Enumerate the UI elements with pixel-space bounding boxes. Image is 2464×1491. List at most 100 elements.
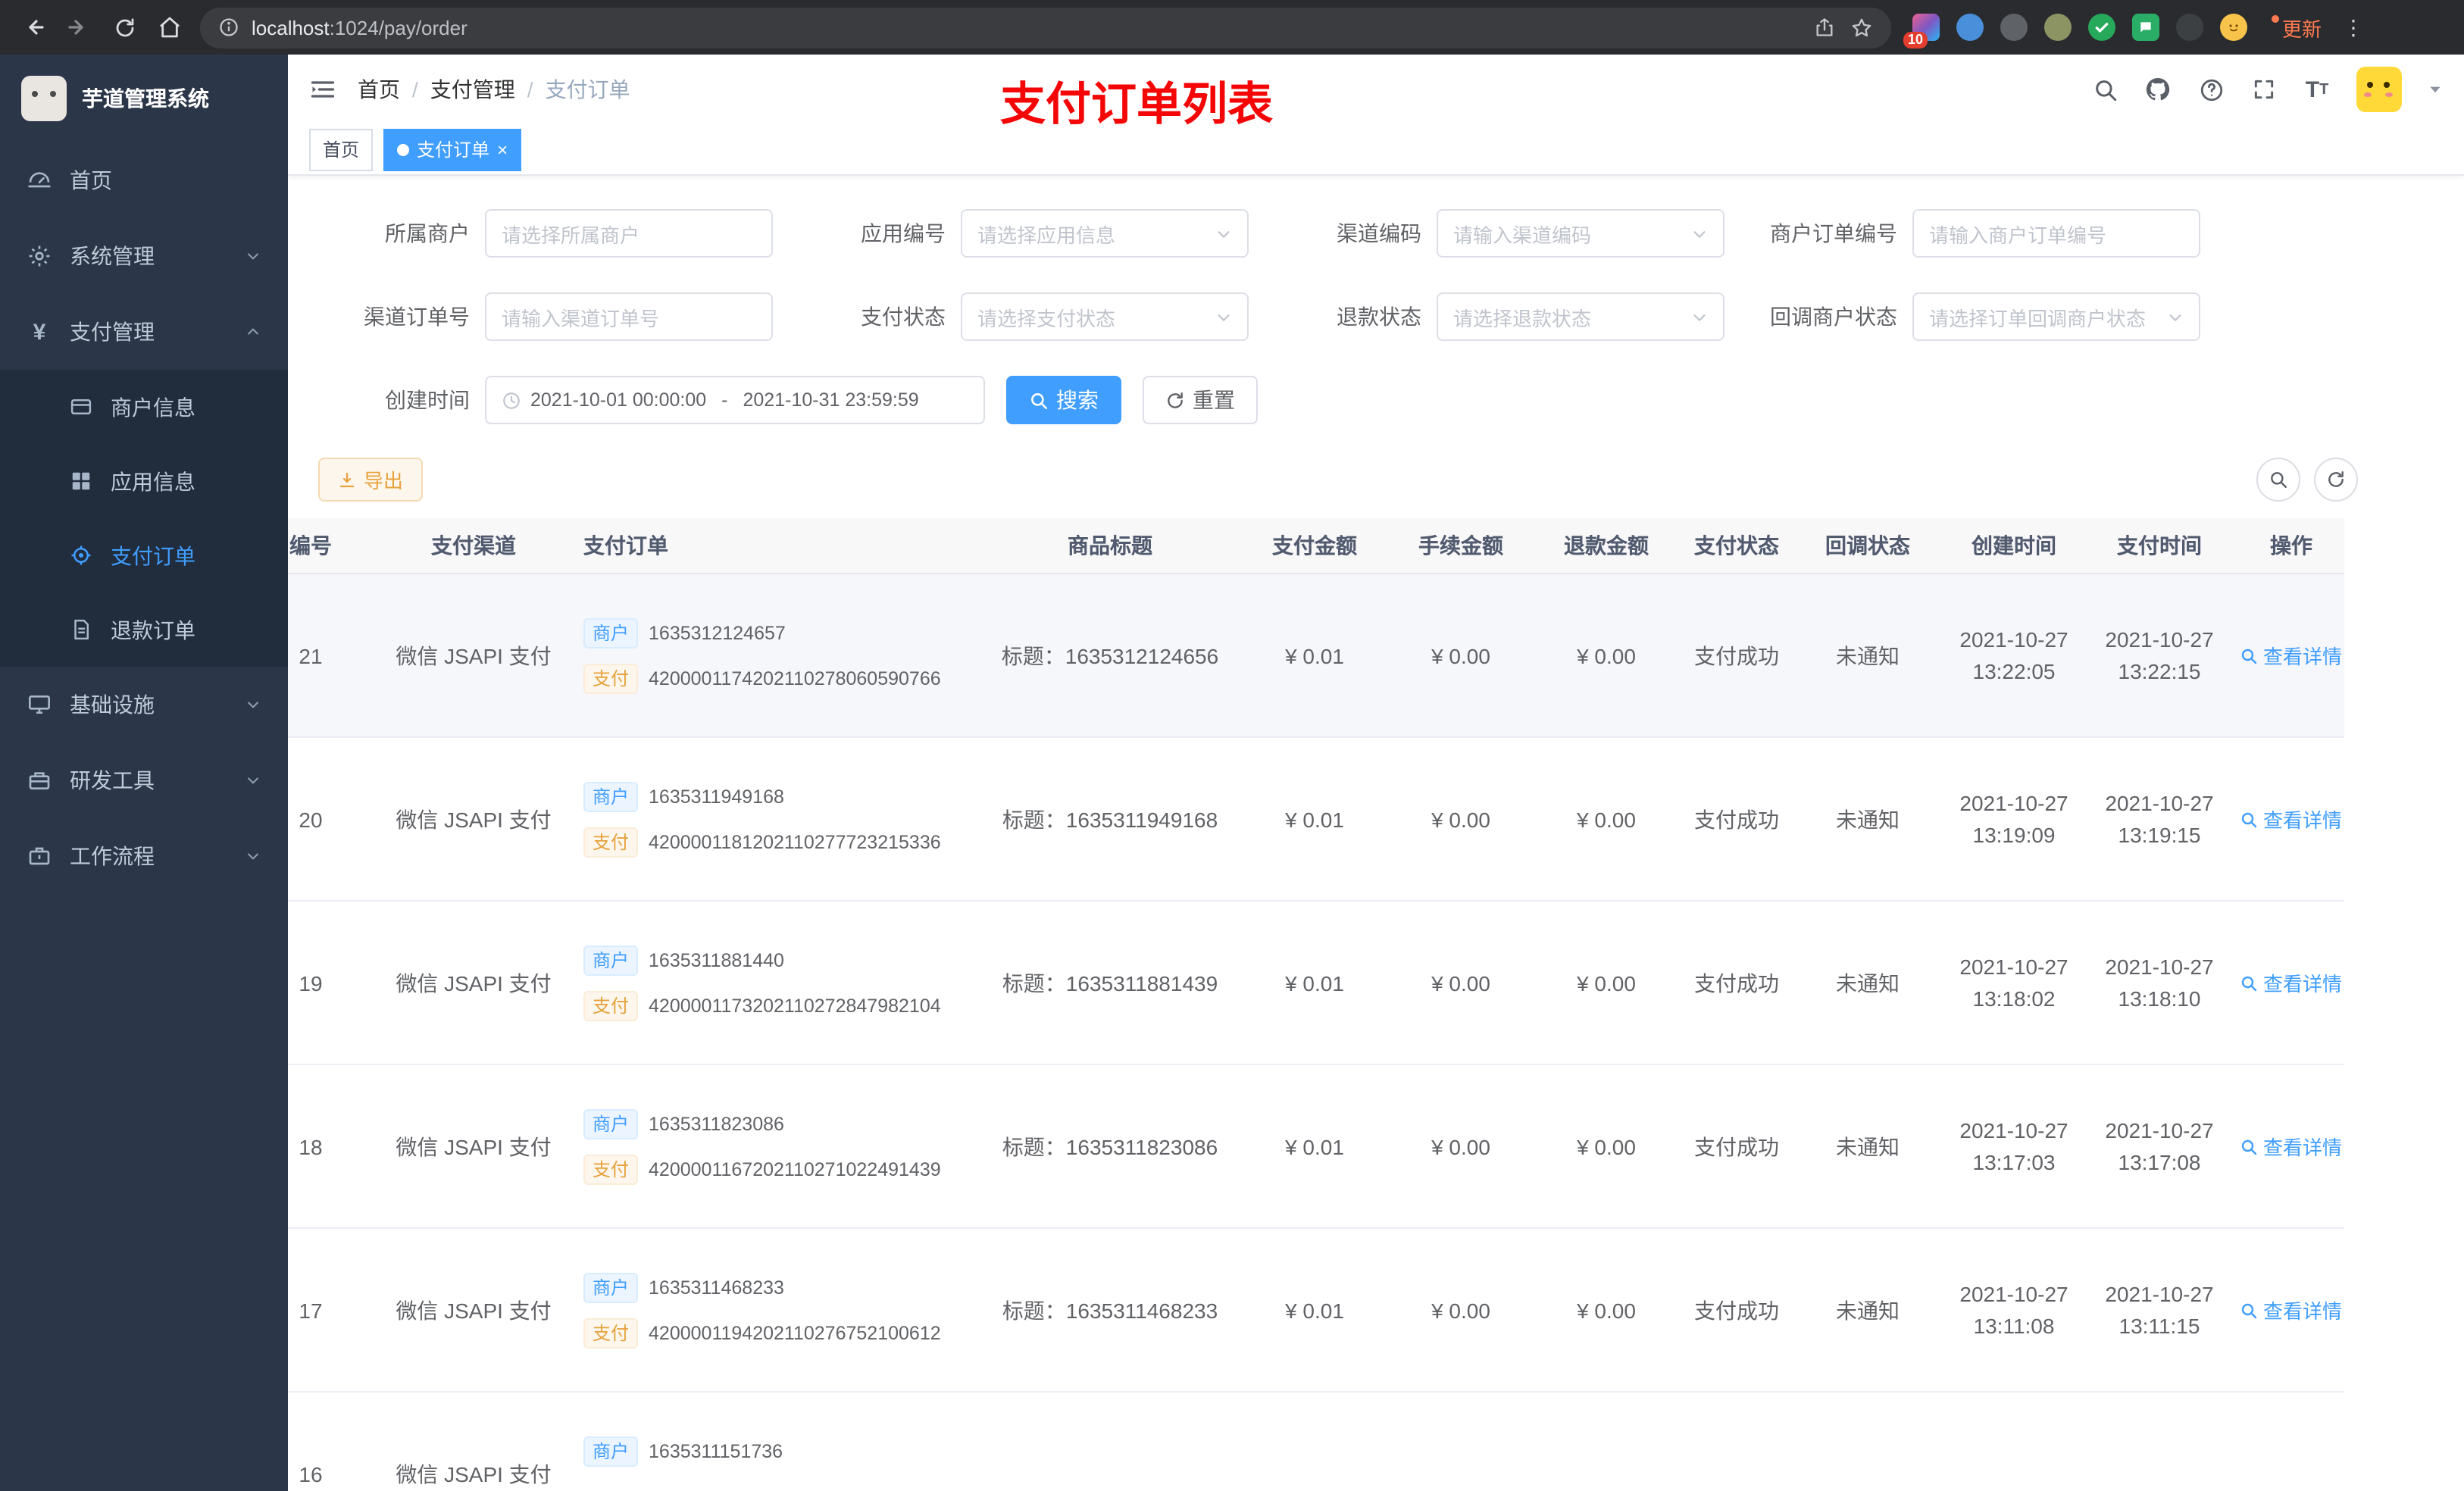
sidebar-fold-icon[interactable] (309, 76, 336, 103)
browser-menu-icon[interactable]: ⋮ (2334, 14, 2373, 40)
cell-title: 标题：1635311881439 (1002, 971, 1218, 995)
field-label: 回调商户状态 (1770, 305, 1897, 329)
sidebar-item-workflow[interactable]: 工作流程 (0, 818, 288, 894)
user-caret-down-icon[interactable] (2428, 82, 2443, 97)
cell-actions: 查看详情 (2238, 1132, 2344, 1161)
toggle-search-icon[interactable] (2256, 458, 2300, 502)
view-detail-link[interactable]: 查看详情 (2240, 805, 2342, 833)
reset-button[interactable]: 重置 (1143, 376, 1258, 424)
extension-blue-pin-icon[interactable] (1956, 14, 1984, 41)
briefcase-icon (27, 844, 52, 868)
view-detail-link[interactable]: 查看详情 (2240, 641, 2342, 670)
cell-pay-order: 商户 1635312124657 支付 42000011742021102780… (583, 617, 985, 693)
url-text: localhost:1024/pay/order (252, 16, 467, 39)
cell-notify: 未通知 (1836, 1298, 1900, 1322)
refund-status-select[interactable]: 请选择退款状态 (1437, 292, 1724, 341)
cell-create-time: 2021-10-27 13:11:08 (1947, 1278, 2081, 1342)
extension-chat-icon[interactable] (2132, 14, 2159, 41)
cell-refund: ¥ 0.00 (1577, 643, 1636, 667)
field-label: 应用编号 (861, 221, 946, 245)
tab-pay-order[interactable]: 支付订单 × (383, 128, 522, 170)
breadcrumb-home[interactable]: 首页 (358, 74, 400, 105)
cell-pay-time: 2021-10-27 13:11:15 (2081, 1278, 2238, 1342)
table-body: 21 微信 JSAPI 支付 商户 1635312124657 支付 42000… (288, 574, 2344, 1491)
pay-order-no: 4200001167202110271022491439 (649, 1158, 941, 1180)
browser-update-button[interactable]: 更新 (2262, 13, 2331, 42)
col-pay-time: 支付时间 (2117, 533, 2202, 558)
sidebar-item-infra[interactable]: 基础设施 (0, 667, 288, 742)
sidebar-item-merchant-info[interactable]: 商户信息 (0, 370, 288, 444)
cell-status: 支付成功 (1694, 1134, 1779, 1158)
pay-order-no: 4200001194202110276752100612 (649, 1322, 941, 1343)
user-avatar[interactable] (2356, 67, 2402, 112)
extension-colorful-icon[interactable]: 10 (1903, 14, 1940, 48)
close-icon[interactable]: × (497, 140, 508, 158)
placeholder-text: 请输入渠道订单号 (502, 307, 660, 330)
fullscreen-icon[interactable] (2250, 76, 2278, 103)
sidebar-item-payment[interactable]: ¥ 支付管理 (0, 294, 288, 370)
channel-order-no-input[interactable]: 请输入渠道订单号 (485, 292, 773, 341)
address-bar[interactable]: localhost:1024/pay/order (200, 7, 1891, 48)
bookmark-star-icon[interactable] (1850, 16, 1873, 39)
notify-status-select[interactable]: 请选择订单回调商户状态 (1912, 292, 2200, 341)
cell-pay-time: 2021-10-27 13:18:10 (2081, 951, 2238, 1014)
browser-back-button[interactable] (12, 6, 55, 48)
sidebar-item-dev-tools[interactable]: 研发工具 (0, 742, 288, 818)
view-detail-link[interactable]: 查看详情 (2240, 968, 2342, 997)
extension-gray-icon[interactable] (2000, 14, 2028, 41)
sidebar-item-label: 商户信息 (111, 395, 195, 419)
cell-fee: ¥ 0.00 (1431, 643, 1490, 667)
pay-status-select[interactable]: 请选择支付状态 (961, 292, 1249, 341)
font-size-icon[interactable]: TT (2303, 76, 2331, 103)
site-info-icon[interactable] (218, 17, 239, 38)
breadcrumb: 首页 / 支付管理 / 支付订单 (358, 74, 630, 105)
cell-notify: 未通知 (1836, 971, 1900, 995)
placeholder-text: 请输入商户订单编号 (1929, 223, 2107, 246)
app-id-select[interactable]: 请选择应用信息 (961, 209, 1249, 258)
channel-code-select[interactable]: 请输入渠道编码 (1437, 209, 1724, 258)
pay-tag: 支付 (583, 663, 639, 693)
extension-dark-icon[interactable] (2176, 14, 2203, 41)
browser-home-button[interactable] (149, 6, 191, 48)
table-row: 18 微信 JSAPI 支付 商户 1635311823086 支付 42000… (288, 1065, 2344, 1229)
search-button[interactable]: 搜索 (1006, 376, 1121, 424)
github-icon[interactable] (2144, 76, 2172, 103)
merchant-input[interactable]: 请选择所属商户 (485, 209, 773, 258)
breadcrumb-separator: / (527, 77, 533, 102)
cell-pay-order: 商户 1635311823086 支付 42000011672021102710… (583, 1108, 985, 1184)
cell-refund: ¥ 0.00 (1577, 1134, 1636, 1158)
search-icon[interactable] (2091, 76, 2118, 103)
sidebar-item-home[interactable]: 首页 (0, 142, 288, 218)
update-dot (2272, 14, 2279, 22)
export-button[interactable]: 导出 (318, 458, 424, 502)
sidebar-item-system[interactable]: 系统管理 (0, 218, 288, 294)
breadcrumb-payment[interactable]: 支付管理 (430, 74, 515, 105)
table-header: 编号 支付渠道 支付订单 商品标题 支付金额 手续金额 退款金额 支付状态 回调… (288, 518, 2344, 574)
browser-forward-button[interactable] (58, 6, 100, 48)
search-button-label: 搜索 (1056, 388, 1099, 412)
extension-olive-icon[interactable] (2044, 14, 2072, 41)
create-time-range-picker[interactable]: 2021-10-01 00:00:00 - 2021-10-31 23:59:5… (485, 376, 985, 424)
sidebar-item-pay-order[interactable]: 支付订单 (0, 518, 288, 592)
logo[interactable]: 芋道管理系统 (0, 55, 288, 142)
merchant-order-no: 1635311949168 (649, 786, 784, 807)
extension-face-icon[interactable] (2220, 14, 2247, 41)
document-icon (70, 618, 92, 641)
help-icon[interactable] (2197, 76, 2225, 103)
refresh-table-icon[interactable] (2314, 458, 2358, 502)
col-id: 编号 (289, 533, 332, 558)
view-detail-link[interactable]: 查看详情 (2240, 1296, 2342, 1324)
sidebar-item-label: 基础设施 (70, 692, 155, 717)
share-icon[interactable] (1814, 17, 1835, 38)
browser-reload-button[interactable] (103, 6, 145, 48)
extension-green-check-icon[interactable] (2088, 14, 2115, 41)
cell-status: 支付成功 (1694, 971, 1779, 995)
grid-icon (70, 470, 92, 492)
merchant-order-no-input[interactable]: 请输入商户订单编号 (1912, 209, 2200, 258)
view-detail-link[interactable]: 查看详情 (2240, 1132, 2342, 1161)
tab-home[interactable]: 首页 (309, 128, 374, 170)
sidebar-item-refund-order[interactable]: 退款订单 (0, 592, 288, 667)
sidebar-item-app-info[interactable]: 应用信息 (0, 444, 288, 518)
credit-card-icon (70, 395, 92, 418)
filter-channel-code: 渠道编码 请输入渠道编码 (1270, 209, 1724, 258)
